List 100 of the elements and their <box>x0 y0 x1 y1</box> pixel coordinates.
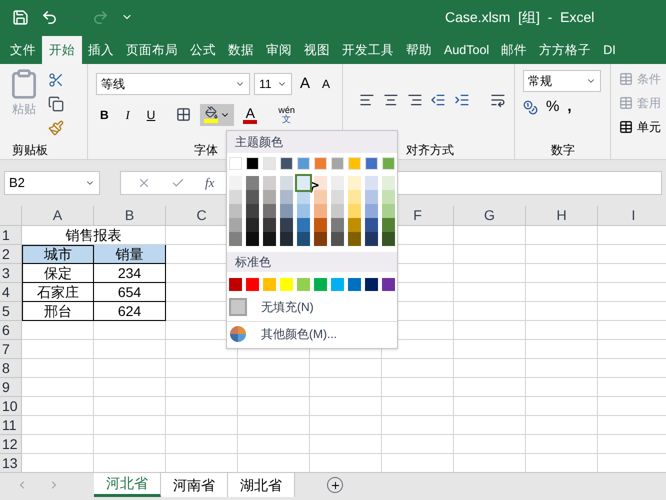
color-swatch[interactable] <box>246 190 259 204</box>
color-swatch[interactable] <box>263 218 276 232</box>
color-swatch[interactable] <box>229 157 242 170</box>
color-swatch[interactable] <box>348 204 361 218</box>
color-swatch[interactable] <box>331 278 344 291</box>
color-swatch[interactable] <box>348 218 361 232</box>
shrink-font-button[interactable]: A <box>318 75 334 94</box>
color-swatch[interactable] <box>229 190 242 204</box>
color-swatch[interactable] <box>365 218 378 232</box>
menu-tab[interactable]: 视图 <box>298 36 336 64</box>
color-swatch[interactable] <box>365 176 378 190</box>
menu-tab[interactable]: 邮件 <box>495 36 534 64</box>
no-fill-item[interactable]: 无填充(N) <box>227 295 397 319</box>
color-swatch[interactable] <box>382 190 395 204</box>
bold-button[interactable]: B <box>96 106 113 124</box>
font-name-field[interactable]: 等线 <box>96 73 250 96</box>
align-center-icon[interactable] <box>382 92 399 108</box>
color-swatch[interactable] <box>229 218 242 232</box>
color-swatch[interactable] <box>263 278 276 291</box>
color-swatch[interactable] <box>382 278 395 291</box>
redo-icon[interactable] <box>92 8 109 26</box>
sheet-tab[interactable]: 湖北省 <box>228 473 295 497</box>
color-swatch[interactable] <box>246 232 259 246</box>
color-swatch[interactable] <box>382 176 395 190</box>
menu-tab[interactable]: 开发工具 <box>336 36 400 64</box>
color-swatch[interactable] <box>297 218 310 232</box>
name-box[interactable]: B2 <box>4 171 100 195</box>
color-swatch[interactable] <box>331 232 344 246</box>
color-swatch[interactable] <box>229 278 242 291</box>
add-sheet-button[interactable] <box>327 477 343 493</box>
color-swatch[interactable] <box>348 190 361 204</box>
color-swatch[interactable] <box>297 232 310 246</box>
insert-function-button[interactable]: fx <box>205 173 214 193</box>
menu-tab[interactable]: 方方格子 <box>533 36 598 64</box>
copy-icon[interactable] <box>48 96 64 112</box>
color-swatch[interactable] <box>348 157 361 170</box>
italic-button[interactable]: I <box>122 106 134 124</box>
align-right-icon[interactable] <box>406 92 422 108</box>
color-swatch[interactable] <box>246 204 259 218</box>
color-swatch[interactable] <box>263 190 276 204</box>
color-swatch[interactable] <box>280 218 293 232</box>
color-swatch[interactable] <box>331 157 344 170</box>
color-swatch[interactable] <box>229 204 242 218</box>
menu-tab[interactable]: 页面布局 <box>120 36 184 64</box>
grow-font-button[interactable]: A <box>296 73 314 96</box>
color-swatch[interactable] <box>365 157 378 170</box>
indent-increase-icon[interactable] <box>454 92 470 108</box>
color-swatch[interactable] <box>365 204 378 218</box>
currency-icon[interactable] <box>523 100 538 115</box>
sheet-tab[interactable]: 河南省 <box>161 473 228 497</box>
color-swatch[interactable] <box>246 157 259 170</box>
undo-icon[interactable] <box>41 8 58 26</box>
menu-tab[interactable]: 开始 <box>42 36 82 64</box>
color-swatch[interactable] <box>246 218 259 232</box>
fill-color-button[interactable] <box>200 104 234 126</box>
color-swatch[interactable] <box>314 232 327 246</box>
menu-tab[interactable]: DI <box>597 36 622 64</box>
color-swatch[interactable] <box>246 176 259 190</box>
color-swatch[interactable] <box>382 232 395 246</box>
phonetic-button[interactable]: wén 文 <box>278 106 295 124</box>
color-swatch[interactable] <box>263 232 276 246</box>
color-swatch[interactable] <box>280 190 293 204</box>
color-swatch[interactable] <box>331 204 344 218</box>
color-swatch[interactable] <box>263 157 276 170</box>
color-swatch[interactable] <box>382 157 395 170</box>
more-colors-item[interactable]: 其他颜色(M)... <box>227 322 397 346</box>
color-swatch[interactable] <box>365 190 378 204</box>
color-swatch[interactable] <box>280 204 293 218</box>
color-swatch[interactable] <box>297 176 310 190</box>
menu-tab[interactable]: 文件 <box>4 36 42 64</box>
styles-button[interactable]: 单元 <box>619 118 661 136</box>
paintbrush-icon[interactable] <box>48 120 64 136</box>
color-swatch[interactable] <box>280 176 293 190</box>
scissors-icon[interactable] <box>48 72 64 88</box>
color-swatch[interactable] <box>297 157 310 170</box>
color-swatch[interactable] <box>229 232 242 246</box>
color-swatch[interactable] <box>382 218 395 232</box>
color-swatch[interactable] <box>280 232 293 246</box>
color-swatch[interactable] <box>314 190 327 204</box>
menu-tab[interactable]: 帮助 <box>400 36 438 64</box>
menu-tab[interactable]: 插入 <box>82 36 120 64</box>
menu-tab[interactable]: 审阅 <box>260 36 298 64</box>
percent-button[interactable]: % <box>546 96 560 118</box>
color-swatch[interactable] <box>348 232 361 246</box>
cancel-icon[interactable] <box>137 176 151 190</box>
color-swatch[interactable] <box>229 176 242 190</box>
sheet-tab[interactable]: 河北省 <box>94 473 161 497</box>
font-size-field[interactable]: 11 <box>254 73 292 96</box>
menu-tab[interactable]: AudTool <box>438 36 496 64</box>
color-swatch[interactable] <box>348 176 361 190</box>
color-swatch[interactable] <box>263 204 276 218</box>
color-swatch[interactable] <box>365 232 378 246</box>
indent-decrease-icon[interactable] <box>430 92 446 108</box>
color-swatch[interactable] <box>246 278 259 291</box>
menu-tab[interactable]: 公式 <box>184 36 222 64</box>
underline-button[interactable]: U <box>142 106 160 124</box>
color-swatch[interactable] <box>348 278 361 291</box>
comma-button[interactable]: , <box>567 96 572 118</box>
align-left-icon[interactable] <box>359 92 375 108</box>
color-swatch[interactable] <box>280 278 293 291</box>
